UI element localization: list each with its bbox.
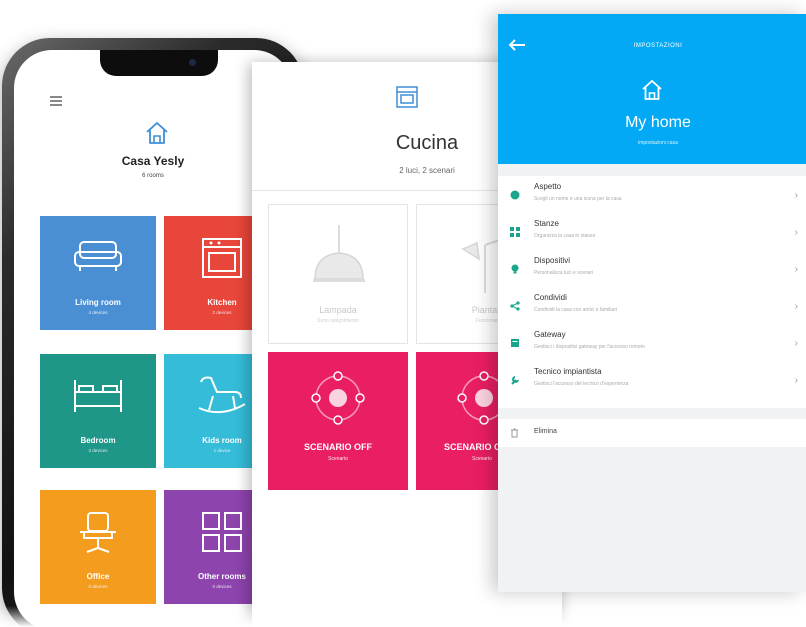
sofa-icon bbox=[74, 241, 122, 271]
palette-icon bbox=[510, 190, 520, 200]
tile-label: Bedroom bbox=[80, 436, 116, 445]
tile-label: Living room bbox=[75, 298, 121, 307]
grid-icon bbox=[510, 227, 520, 237]
oven-icon bbox=[202, 238, 242, 278]
scenario-type: Scenario bbox=[328, 456, 348, 462]
oven-icon bbox=[396, 86, 418, 108]
settings-title: My home bbox=[625, 114, 691, 131]
pendant-lamp-icon bbox=[313, 225, 365, 282]
office-chair-icon bbox=[80, 512, 116, 553]
bed-icon bbox=[74, 380, 122, 412]
marketing-composite: { "phone": { "house_name": "Casa Yesly",… bbox=[0, 0, 806, 627]
phone-screen: Casa Yesly 6 rooms Living room 4 devices… bbox=[14, 50, 292, 627]
trash-icon bbox=[511, 428, 518, 438]
settings-list: Aspetto Scegli un nome e una icona per l… bbox=[498, 176, 806, 408]
settings-item-gateway[interactable]: Gateway Gestisci i dispositivi gateway p… bbox=[498, 326, 806, 363]
wrench-icon bbox=[511, 376, 519, 385]
scenario-name: SCENARIO OFF bbox=[303, 442, 372, 452]
grid-icon bbox=[202, 512, 242, 552]
chevron-right-icon: › bbox=[794, 301, 798, 312]
share-icon bbox=[510, 301, 520, 311]
header-label: IMPOSTAZIONI bbox=[633, 43, 683, 49]
item-desc: Personalizza luci e scenari bbox=[534, 270, 594, 276]
tile-devices: 4 devices bbox=[88, 310, 108, 315]
tile-devices: 0 devices bbox=[88, 584, 108, 589]
house-name: Casa Yesly bbox=[121, 154, 185, 168]
device-card-lampada[interactable]: Lampada Sono spegnimento bbox=[268, 204, 408, 344]
rocking-horse-icon bbox=[198, 376, 246, 414]
item-title: Dispositivi bbox=[534, 256, 571, 265]
item-title: Gateway bbox=[534, 330, 566, 339]
device-name: Lampada bbox=[319, 305, 357, 315]
device-state: Sono spegnimento bbox=[317, 318, 359, 324]
settings-item-dispositivi[interactable]: Dispositivi Personalizza luci e scenari … bbox=[498, 252, 806, 289]
scenario-icon bbox=[311, 371, 365, 425]
chevron-right-icon: › bbox=[794, 190, 798, 201]
back-arrow-icon[interactable] bbox=[508, 38, 526, 52]
chevron-right-icon: › bbox=[794, 375, 798, 386]
tile-devices: 3 devices bbox=[88, 448, 108, 453]
settings-subtitle: impostazioni casa bbox=[638, 140, 678, 146]
item-title: Condividi bbox=[534, 293, 567, 302]
phone-notch bbox=[100, 50, 218, 76]
chevron-right-icon: › bbox=[794, 264, 798, 275]
room-tile-office[interactable]: Office 0 devices bbox=[40, 490, 156, 604]
settings-item-condividi[interactable]: Condividi Condividi la casa con amici e … bbox=[498, 289, 806, 326]
bottom-fade bbox=[0, 606, 806, 627]
item-desc: Scegli un nome e una icona per la casa bbox=[534, 196, 622, 202]
gateway-icon bbox=[511, 339, 519, 347]
room-tile-living-room[interactable]: Living room 4 devices bbox=[40, 216, 156, 330]
house-icon bbox=[146, 122, 168, 144]
delete-label: Elimina bbox=[534, 428, 557, 435]
bulb-icon bbox=[511, 264, 519, 274]
item-desc: Condividi la casa con amici e familiari bbox=[534, 307, 618, 313]
delete-button[interactable]: Elimina bbox=[498, 419, 806, 447]
settings-item-aspetto[interactable]: Aspetto Scegli un nome e una icona per l… bbox=[498, 178, 806, 215]
item-title: Tecnico impiantista bbox=[534, 367, 602, 376]
rooms-count: 6 rooms bbox=[142, 173, 164, 179]
chevron-right-icon: › bbox=[794, 227, 798, 238]
settings-item-tecnico[interactable]: Tecnico impiantista Gestisci l'accesso d… bbox=[498, 363, 806, 400]
settings-header: IMPOSTAZIONI My home impostazioni casa bbox=[498, 14, 806, 164]
chevron-right-icon: › bbox=[794, 338, 798, 349]
item-desc: Gestisci i dispositivi gateway per l'acc… bbox=[534, 344, 645, 350]
room-tile-bedroom[interactable]: Bedroom 3 devices bbox=[40, 354, 156, 468]
item-desc: Organizza la casa in stanze bbox=[534, 233, 596, 239]
tile-label: Office bbox=[86, 572, 110, 581]
settings-screen: IMPOSTAZIONI My home impostazioni casa A… bbox=[498, 14, 806, 592]
camera-icon bbox=[189, 59, 196, 66]
settings-item-stanze[interactable]: Stanze Organizza la casa in stanze › bbox=[498, 215, 806, 252]
hamburger-menu-icon[interactable] bbox=[50, 96, 62, 106]
item-title: Aspetto bbox=[534, 182, 562, 191]
item-title: Stanze bbox=[534, 219, 559, 228]
house-icon bbox=[642, 79, 662, 100]
item-desc: Gestisci l'accesso del tecnico d'esperie… bbox=[534, 381, 629, 387]
scenario-card-off[interactable]: SCENARIO OFF Scenario bbox=[268, 352, 408, 490]
